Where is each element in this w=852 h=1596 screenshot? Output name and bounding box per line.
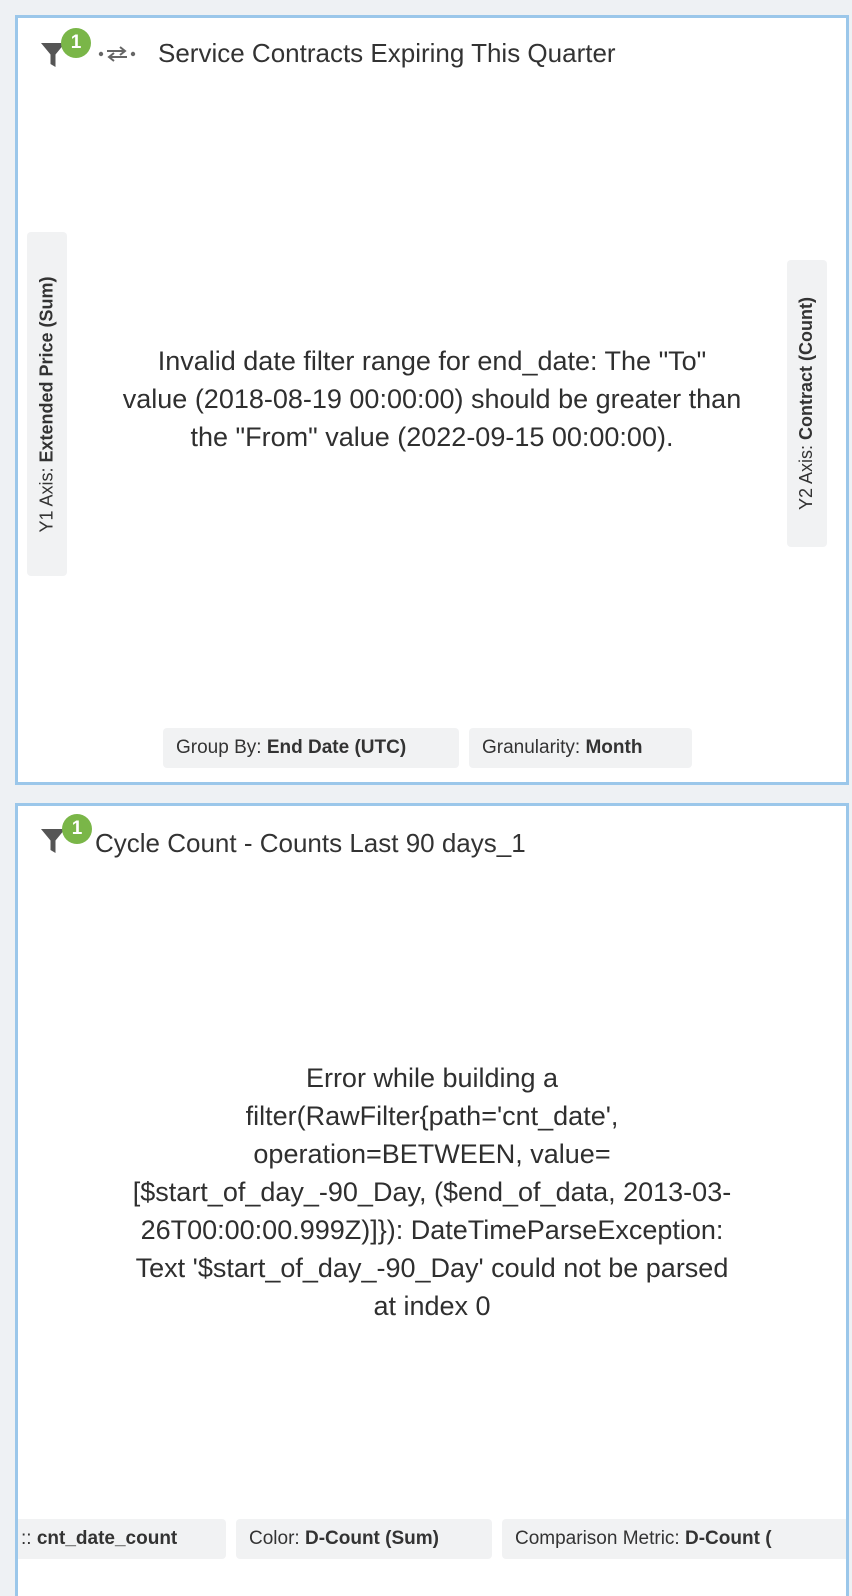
- metric-value: cnt_date_count: [36, 1528, 178, 1549]
- widget-cycle-count: 1 Cycle Count - Counts Last 90 days_1 Er…: [15, 803, 849, 1596]
- group-by-value: End Date (UTC): [266, 737, 407, 758]
- filter-count-badge: 1: [61, 28, 91, 58]
- widget-header: 1 Service Contracts Expiring This Quarte…: [18, 18, 846, 88]
- color-value: D-Count (Sum): [304, 1528, 439, 1549]
- comparison-metric-pill[interactable]: Comparison Metric: D-Count (: [502, 1519, 846, 1559]
- error-line: Text '$start_of_day_-90_Day' could not b…: [135, 1253, 729, 1283]
- group-by-label: Group By:: [176, 737, 262, 758]
- filter-count-badge: 1: [62, 814, 92, 844]
- error-line: 26T00:00:00.999Z)]}): DateTimeParseExcep…: [140, 1215, 724, 1245]
- widget-header: 1 Cycle Count - Counts Last 90 days_1: [18, 806, 846, 876]
- error-line: value (2018-08-19 00:00:00) should be gr…: [122, 384, 742, 414]
- group-by-pill[interactable]: Group By: End Date (UTC): [163, 728, 459, 768]
- swap-arrows-icon[interactable]: [98, 44, 136, 64]
- error-line: the "From" value (2022-09-15 00:00:00).: [190, 422, 674, 452]
- color-pill[interactable]: Color: D-Count (Sum): [236, 1519, 492, 1559]
- widget-service-contracts: 1 Service Contracts Expiring This Quarte…: [15, 15, 849, 785]
- error-line: filter(RawFilter{path='cnt_date',: [245, 1101, 619, 1131]
- metric-pill[interactable]: :: cnt_date_count: [18, 1519, 226, 1559]
- granularity-pill[interactable]: Granularity: Month: [469, 728, 692, 768]
- y1-axis-label: Y1 Axis:: [36, 467, 57, 533]
- comparison-metric-value: D-Count (: [685, 1528, 772, 1549]
- error-line: Error while building a: [305, 1063, 559, 1093]
- error-line: [$start_of_day_-90_Day, ($end_of_data, 2…: [132, 1177, 732, 1207]
- widget-title: Cycle Count - Counts Last 90 days_1: [95, 828, 526, 858]
- error-message: Error while building a filter(RawFilter{…: [18, 1059, 846, 1325]
- error-line: at index 0: [373, 1291, 491, 1321]
- error-line: operation=BETWEEN, value=: [253, 1139, 611, 1169]
- error-message: Invalid date filter range for end_date: …: [18, 342, 846, 456]
- widget-title: Service Contracts Expiring This Quarter: [158, 38, 616, 68]
- error-line: Invalid date filter range for end_date: …: [157, 346, 707, 376]
- color-label: Color:: [249, 1528, 300, 1549]
- comparison-metric-label: Comparison Metric:: [515, 1528, 680, 1549]
- granularity-label: Granularity:: [482, 737, 581, 758]
- metric-label: ::: [21, 1528, 32, 1549]
- granularity-value: Month: [585, 737, 643, 758]
- dashboard: 1 Service Contracts Expiring This Quarte…: [0, 0, 852, 1596]
